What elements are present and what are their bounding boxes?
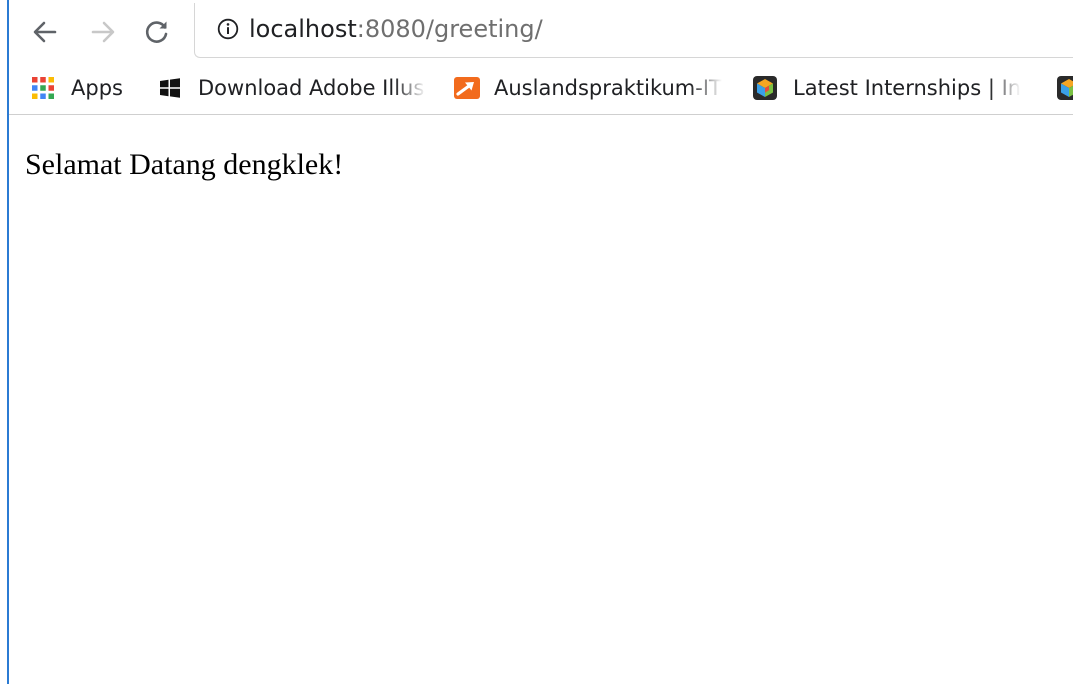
bookmark-latest-internships[interactable]: Latest Internships | In bbox=[751, 62, 1021, 114]
address-bar[interactable]: localhost:8080/greeting/ bbox=[194, 3, 1073, 58]
back-button[interactable] bbox=[27, 14, 63, 50]
bookmark-label: Latest Internships | In bbox=[793, 76, 1021, 100]
bookmark-download-adobe[interactable]: Download Adobe Illus bbox=[156, 62, 426, 114]
bookmark-overflow[interactable] bbox=[1055, 62, 1073, 114]
reload-icon bbox=[145, 21, 168, 43]
windows-logo-icon bbox=[160, 78, 180, 98]
apps-grid-icon bbox=[32, 77, 54, 99]
url-text[interactable]: localhost:8080/greeting/ bbox=[249, 14, 543, 44]
url-path: :8080/greeting/ bbox=[356, 15, 543, 43]
orange-arrow-icon bbox=[454, 77, 480, 99]
arrow-left-icon bbox=[33, 21, 57, 43]
cube-logo-icon bbox=[753, 76, 777, 100]
reload-button[interactable] bbox=[139, 14, 175, 50]
bookmark-apps[interactable]: Apps bbox=[29, 62, 123, 114]
info-icon[interactable] bbox=[217, 18, 239, 40]
bookmark-label: Auslandspraktikum-IT bbox=[494, 76, 722, 100]
bookmark-label: Download Adobe Illus bbox=[198, 76, 425, 100]
bookmarks-bar: Apps Download Adobe Illus Auslandsprakti… bbox=[9, 62, 1073, 115]
greeting-text: Selamat Datang dengklek! bbox=[25, 148, 344, 181]
page-content: Selamat Datang dengklek! bbox=[9, 115, 1073, 684]
forward-button[interactable] bbox=[85, 14, 121, 50]
arrow-right-icon bbox=[91, 21, 115, 43]
browser-window: localhost:8080/greeting/ Apps Download A… bbox=[0, 0, 1073, 684]
browser-toolbar: localhost:8080/greeting/ bbox=[9, 0, 1073, 62]
bookmark-label: Apps bbox=[71, 76, 123, 100]
cube-logo-icon bbox=[1057, 76, 1073, 100]
url-host: localhost bbox=[249, 15, 357, 43]
bookmark-auslandspraktikum[interactable]: Auslandspraktikum-IT bbox=[452, 62, 722, 114]
